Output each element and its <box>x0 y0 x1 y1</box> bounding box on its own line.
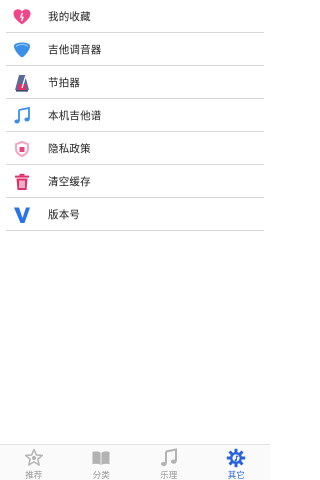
tab-label: 其它 <box>227 471 245 480</box>
heart-icon <box>12 7 32 27</box>
menu-item-privacy-policy[interactable]: 隐私政策 <box>0 132 270 165</box>
tab-music-theory[interactable]: 乐理 <box>135 445 203 480</box>
tab-label: 推荐 <box>25 471 43 480</box>
menu-item-label: 节拍器 <box>48 77 81 89</box>
menu-item-label: 吉他调音器 <box>48 44 102 56</box>
menu-item-tuner[interactable]: 吉他调音器 <box>0 33 270 66</box>
tab-recommend[interactable]: 推荐 <box>0 445 68 480</box>
menu-item-label: 本机吉他谱 <box>48 110 102 122</box>
metronome-icon <box>12 73 32 93</box>
menu-item-clear-cache[interactable]: 清空缓存 <box>0 165 270 198</box>
tab-label: 乐理 <box>160 471 178 480</box>
guitar-pick-icon <box>12 40 32 60</box>
bottom-tab-bar: 推荐 分类 乐理 其它 <box>0 444 270 480</box>
music-note-icon <box>159 448 179 468</box>
menu-item-version[interactable]: 版本号 <box>0 198 270 231</box>
settings-menu: 我的收藏 吉他调音器 节拍器 本机吉他谱 隐私政策 清空缓存 版本号 <box>0 0 270 231</box>
menu-item-label: 清空缓存 <box>48 176 91 188</box>
tab-category[interactable]: 分类 <box>68 445 136 480</box>
tab-label: 分类 <box>92 471 110 480</box>
trash-icon <box>12 172 32 192</box>
menu-item-label: 我的收藏 <box>48 11 91 23</box>
shield-icon <box>12 139 32 159</box>
menu-item-local-tabs[interactable]: 本机吉他谱 <box>0 99 270 132</box>
star-icon <box>24 448 44 468</box>
book-icon <box>91 448 111 468</box>
version-v-icon <box>12 205 32 225</box>
tab-other[interactable]: 其它 <box>203 445 271 480</box>
music-note-icon <box>12 106 32 126</box>
menu-item-metronome[interactable]: 节拍器 <box>0 66 270 99</box>
gear-icon <box>226 448 246 468</box>
menu-item-label: 版本号 <box>48 209 81 221</box>
menu-item-favorites[interactable]: 我的收藏 <box>0 0 270 33</box>
menu-item-label: 隐私政策 <box>48 143 91 155</box>
